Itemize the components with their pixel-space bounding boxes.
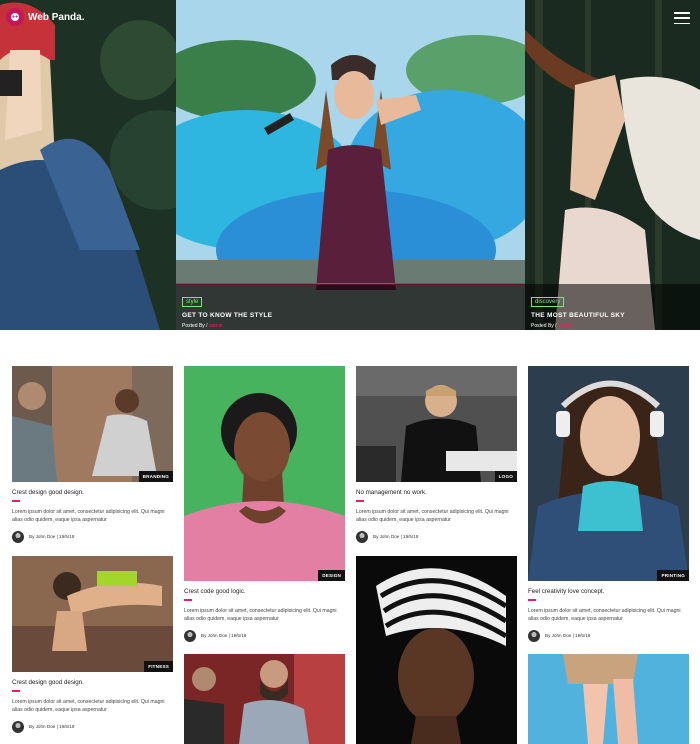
yoga-class-image	[12, 366, 173, 482]
page: style GET TO KNOW THE STYLE Posted By / …	[0, 0, 700, 744]
author-avatar	[528, 629, 540, 642]
post-excerpt: Lorem ipsum dolor sit amet, consectetur …	[12, 508, 165, 523]
post-thumb-branding[interactable]: BRANDING	[12, 366, 173, 482]
post-excerpt: Lorem ipsum dolor sit amet, consectetur …	[12, 698, 165, 713]
category-badge[interactable]: LOGO	[494, 471, 517, 482]
title-divider	[184, 599, 192, 601]
post-card[interactable]	[528, 654, 689, 744]
post-excerpt: Lorem ipsum dolor sit amet, consectetur …	[184, 607, 337, 622]
hero-slide-discovery[interactable]	[525, 0, 700, 330]
tag-discovery[interactable]: discovery	[531, 297, 565, 307]
post-card[interactable]: BRANDING Crest design good design. Lorem…	[12, 366, 173, 543]
author-link[interactable]: admin	[558, 323, 572, 329]
post-card[interactable]	[356, 556, 517, 744]
posted-by-label: Posted By /	[531, 323, 557, 329]
brand-name: Web Panda.	[28, 11, 85, 23]
post-title[interactable]: No management no work.	[356, 489, 517, 496]
legs-image	[528, 654, 689, 744]
category-badge[interactable]: BRANDING	[138, 471, 173, 482]
headphones-woman-image	[528, 366, 689, 581]
office-worker-image	[356, 366, 517, 482]
hero-caption-discovery: discovery THE MOST BEAUTIFUL SKY Posted …	[525, 284, 700, 330]
author-byline[interactable]: By John Doe | 19/5/18	[373, 534, 418, 539]
hero-slider: style GET TO KNOW THE STYLE Posted By / …	[0, 0, 700, 330]
post-title[interactable]: Crest code good logic.	[184, 588, 345, 595]
posted-by-label: Posted By /	[182, 323, 208, 329]
hero-meta-discovery: Posted By / admin	[531, 323, 694, 329]
author-byline[interactable]: By John Doe | 19/5/18	[545, 633, 590, 638]
hero-slide-style[interactable]	[176, 0, 525, 330]
hero-title-discovery[interactable]: THE MOST BEAUTIFUL SKY	[531, 312, 694, 319]
category-badge[interactable]: PRINTING	[657, 570, 689, 581]
post-author: By John Doe | 19/5/18	[184, 629, 345, 642]
author-avatar	[12, 720, 24, 733]
post-author: By John Doe | 19/5/18	[356, 530, 517, 543]
author-byline[interactable]: By John Doe | 19/5/18	[29, 724, 74, 729]
post-thumb-logo[interactable]: LOGO	[356, 366, 517, 482]
post-thumb-printing[interactable]: PRINTING	[528, 366, 689, 581]
hamburger-menu-icon[interactable]	[674, 12, 690, 24]
post-excerpt: Lorem ipsum dolor sit amet, consectetur …	[528, 607, 681, 622]
blue-smoke-image	[176, 0, 525, 330]
brand-logo[interactable]: Web Panda.	[6, 8, 85, 26]
title-divider	[356, 500, 364, 502]
fitness-plank-image	[12, 556, 173, 672]
post-thumb-fitness[interactable]: FITNESS	[12, 556, 173, 672]
post-author: By John Doe | 19/5/18	[12, 530, 173, 543]
panda-logo-icon	[6, 8, 24, 26]
title-divider	[528, 599, 536, 601]
post-card[interactable]	[184, 654, 345, 744]
category-badge[interactable]: FITNESS	[144, 661, 173, 672]
post-thumb[interactable]	[528, 654, 689, 744]
author-byline[interactable]: By John Doe | 19/5/18	[29, 534, 74, 539]
title-divider	[12, 500, 20, 502]
category-badge[interactable]: DESIGN	[318, 570, 345, 581]
post-card[interactable]: PRINTING Feel creativity love concept. L…	[528, 366, 689, 642]
post-card[interactable]: LOGO No management no work. Lorem ipsum …	[356, 366, 517, 543]
author-link[interactable]: admin	[209, 323, 223, 329]
bearded-men-image	[184, 654, 345, 744]
post-title[interactable]: Crest design good design.	[12, 489, 173, 496]
hero-title-style[interactable]: GET TO KNOW THE STYLE	[182, 312, 519, 319]
post-title[interactable]: Feel creativity love concept.	[528, 588, 689, 595]
post-grid: BRANDING Crest design good design. Lorem…	[0, 330, 700, 744]
post-excerpt: Lorem ipsum dolor sit amet, consectetur …	[356, 508, 509, 523]
post-thumb-design[interactable]: DESIGN	[184, 366, 345, 581]
skull-image	[525, 0, 700, 330]
author-avatar	[356, 530, 368, 543]
author-avatar	[184, 629, 196, 642]
author-avatar	[12, 530, 24, 543]
author-byline[interactable]: By John Doe | 19/5/18	[201, 633, 246, 638]
smiling-woman-image	[184, 366, 345, 581]
post-title[interactable]: Crest design good design.	[12, 679, 173, 686]
tag-style[interactable]: style	[182, 297, 203, 307]
title-divider	[12, 690, 20, 692]
post-author: By John Doe | 19/5/18	[12, 720, 173, 733]
post-thumb[interactable]	[184, 654, 345, 744]
photographer-image	[0, 0, 176, 330]
post-author: By John Doe | 19/5/18	[528, 629, 689, 642]
hero-meta-style: Posted By / admin	[182, 323, 519, 329]
hero-caption-style: style GET TO KNOW THE STYLE Posted By / …	[176, 284, 525, 330]
post-card[interactable]: FITNESS Crest design good design. Lorem …	[12, 556, 173, 733]
post-thumb[interactable]	[356, 556, 517, 744]
post-card[interactable]: DESIGN Crest code good logic. Lorem ipsu…	[184, 366, 345, 642]
striped-headwrap-image	[356, 556, 517, 744]
hero-slide-photographer[interactable]	[0, 0, 176, 330]
